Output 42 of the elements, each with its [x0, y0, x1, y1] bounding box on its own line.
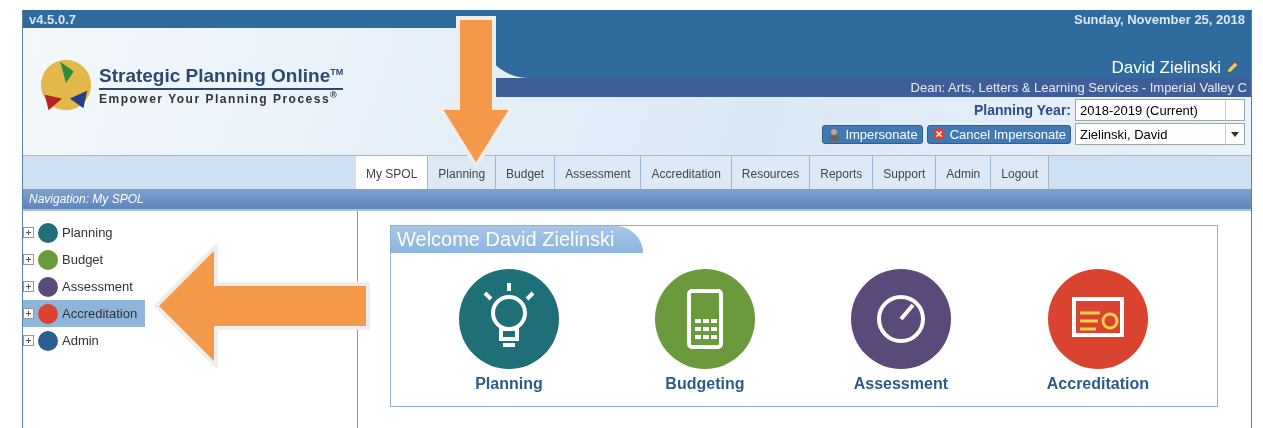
welcome-title: Welcome David Zielinski: [391, 226, 643, 253]
module-tile[interactable]: Accreditation: [1046, 269, 1150, 393]
app-name: Strategic Planning Online$^{TM}$: [99, 64, 344, 90]
tree-item[interactable]: Planning: [23, 219, 121, 246]
menu-tab[interactable]: Accreditation: [641, 156, 732, 189]
menu-tab[interactable]: My SPOL: [356, 156, 429, 189]
expand-icon[interactable]: [23, 281, 34, 292]
cancel-impersonate-button[interactable]: Cancel Impersonate: [926, 124, 1071, 144]
user-name: David Zielinski: [1111, 58, 1221, 78]
expand-icon[interactable]: [23, 308, 34, 319]
date-label: Sunday, November 25, 2018: [1074, 11, 1245, 27]
expand-icon[interactable]: [23, 335, 34, 346]
close-icon: [931, 127, 946, 141]
caret-icon: [1231, 131, 1239, 137]
planning-year-select[interactable]: 2018-2019 (Current): [1075, 99, 1245, 121]
breadcrumb: Navigation: My SPOL: [29, 192, 144, 206]
module-tile[interactable]: Assessment: [850, 269, 951, 393]
menu-tab[interactable]: Budget: [496, 156, 556, 189]
menu-tab[interactable]: Support: [873, 156, 937, 189]
user-select[interactable]: Zielinski, David: [1075, 123, 1245, 145]
menu-tab[interactable]: Assessment: [555, 156, 642, 189]
tree-item[interactable]: Budget: [23, 246, 112, 273]
tree-item[interactable]: Assessment: [23, 273, 141, 300]
planning-year-label: Planning Year:: [974, 102, 1071, 118]
expand-icon[interactable]: [23, 254, 34, 265]
menu-tab[interactable]: Admin: [936, 156, 992, 189]
person-icon: [827, 127, 842, 141]
tree-item[interactable]: Admin: [23, 327, 107, 354]
expand-icon[interactable]: [23, 227, 34, 238]
menu-tab[interactable]: Planning: [428, 156, 497, 189]
menu-tab[interactable]: Reports: [810, 156, 874, 189]
pencil-icon[interactable]: [1225, 61, 1239, 75]
module-tile[interactable]: Planning: [458, 269, 559, 393]
menu-tab[interactable]: Resources: [731, 156, 811, 189]
version-label: v4.5.0.7: [29, 11, 76, 27]
impersonate-button[interactable]: Impersonate: [822, 124, 923, 144]
module-tile[interactable]: Budgeting: [654, 269, 755, 393]
left-arrow-icon: [154, 244, 372, 368]
down-arrow-icon: [436, 16, 516, 168]
menu-tab[interactable]: Logout: [991, 156, 1049, 189]
tagline: Empower Your Planning Process$^{®}$: [99, 89, 340, 106]
tree-item[interactable]: Accreditation: [23, 300, 146, 327]
